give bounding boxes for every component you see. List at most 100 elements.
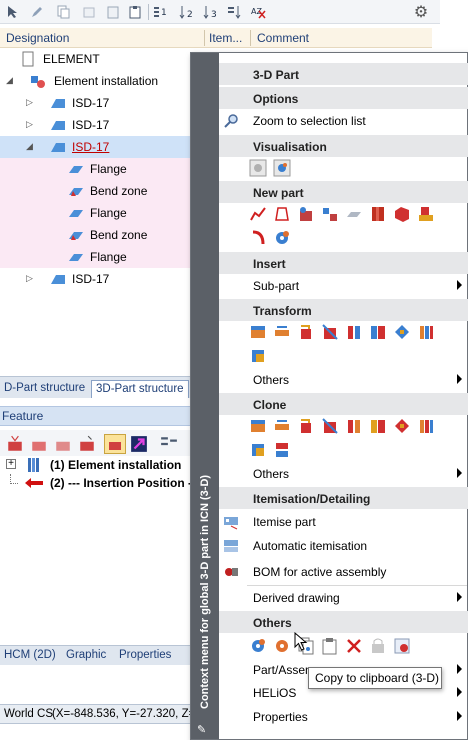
col-comment[interactable]: Comment: [257, 31, 309, 45]
svg-text:AZ: AZ: [251, 7, 262, 16]
installation-feature-icon: [28, 458, 39, 472]
magnifier-icon: [224, 114, 238, 128]
main-toolbar: 1 2 3 AZ ⚙: [0, 0, 440, 24]
svg-text:3: 3: [211, 10, 217, 19]
flange-icon: [69, 210, 83, 217]
transform-copy-axis-icon[interactable]: [249, 347, 267, 365]
pen-tool-icon[interactable]: [28, 3, 46, 21]
transform-position-icon[interactable]: [393, 323, 411, 341]
transform-translate-icon[interactable]: [273, 323, 291, 341]
expand-icon[interactable]: ▷: [26, 273, 33, 284]
transform-columns-icon[interactable]: [417, 323, 435, 341]
tab-3d-part-structure[interactable]: 3D-Part structure: [91, 380, 189, 398]
clone-align-icon[interactable]: [369, 417, 387, 435]
menu-sub-part[interactable]: Sub-part: [219, 275, 468, 297]
sheet-part-icon: [51, 121, 65, 130]
feature-edit-icon[interactable]: [78, 435, 96, 453]
mouse-cursor-icon: [294, 632, 308, 651]
transform-move-icon[interactable]: [249, 323, 267, 341]
document-icon: [22, 51, 34, 67]
transform-mirror-icon[interactable]: [321, 323, 339, 341]
lock-disabled-icon[interactable]: [369, 637, 387, 655]
new-sketch-icon[interactable]: [273, 205, 291, 223]
clone-mirror-icon[interactable]: [321, 417, 339, 435]
clone-translate-icon[interactable]: [273, 417, 291, 435]
menu-properties[interactable]: Properties: [219, 706, 468, 728]
others-gear-icon[interactable]: [249, 637, 267, 655]
new-plate-icon[interactable]: [345, 205, 363, 223]
clone-position-icon[interactable]: [393, 417, 411, 435]
feature-delete-icon[interactable]: [6, 435, 24, 453]
sheet-part-icon: [51, 275, 65, 284]
section-others: Others: [219, 611, 468, 633]
sort-3-icon[interactable]: 3: [202, 3, 220, 21]
tab-properties[interactable]: Properties: [115, 647, 175, 665]
menu-sidebar-title: Context menu for global 3-D part in ICN …: [199, 474, 211, 709]
feature-copy-icon[interactable]: [54, 435, 72, 453]
tab-part-structure[interactable]: D-Part structure: [0, 380, 89, 398]
new-assembly-icon[interactable]: [321, 205, 339, 223]
clone-pattern-icon[interactable]: [273, 441, 291, 459]
expand-icon[interactable]: ▷: [26, 119, 33, 130]
sheet-part-icon: [51, 143, 65, 152]
delete-icon[interactable]: [345, 637, 363, 655]
menu-itemise-part[interactable]: Itemise part: [219, 511, 468, 533]
cut-tool-icon[interactable]: [80, 3, 98, 21]
flange-icon: [69, 166, 83, 173]
new-polyline-icon[interactable]: [249, 205, 267, 223]
new-block-icon[interactable]: [393, 205, 411, 223]
copy-tool-icon[interactable]: [54, 3, 72, 21]
transform-align-icon[interactable]: [369, 323, 387, 341]
new-profile-icon[interactable]: [369, 205, 387, 223]
collapse-icon[interactable]: ◢: [26, 141, 33, 152]
col-designation[interactable]: Designation: [6, 31, 69, 45]
coordinate-system[interactable]: World CS: [4, 708, 53, 720]
expand-icon[interactable]: +: [6, 459, 16, 469]
tab-graphic[interactable]: Graphic: [62, 647, 110, 665]
menu-bom[interactable]: BOM for active assembly: [219, 561, 468, 583]
visualise-hide-icon[interactable]: [249, 159, 267, 177]
section-clone: Clone: [219, 393, 468, 415]
menu-sidebar: Context menu for global 3-D part in ICN …: [191, 53, 219, 739]
menu-clone-others[interactable]: Others: [219, 463, 468, 485]
submenu-arrow-icon: [457, 664, 462, 674]
collapse-icon[interactable]: ◢: [6, 75, 13, 86]
pen-icon[interactable]: ✎: [197, 723, 213, 737]
tab-hcm[interactable]: HCM (2D): [0, 647, 60, 665]
section-visualisation: Visualisation: [219, 135, 468, 157]
col-item[interactable]: Item...: [209, 31, 242, 45]
feature-move-icon[interactable]: [30, 435, 48, 453]
feature-list-icon[interactable]: [160, 435, 178, 453]
clone-rotate-icon[interactable]: [297, 417, 315, 435]
pointer-tool-icon[interactable]: [4, 3, 22, 21]
section-transform: Transform: [219, 299, 468, 321]
menu-zoom-selection[interactable]: Zoom to selection list: [219, 110, 468, 132]
transform-rotate-icon[interactable]: [297, 323, 315, 341]
clone-copy-icon[interactable]: [249, 441, 267, 459]
new-body-icon[interactable]: [297, 205, 315, 223]
menu-transform-others[interactable]: Others: [219, 369, 468, 391]
paste-from-clipboard-icon[interactable]: [321, 637, 339, 655]
menu-automatic-itemisation[interactable]: Automatic itemisation: [219, 535, 468, 557]
feature-active-icon[interactable]: [104, 434, 126, 454]
sort-2-icon[interactable]: 2: [178, 3, 196, 21]
new-standard-part-icon[interactable]: [417, 205, 435, 223]
paste-tool-icon[interactable]: [104, 3, 122, 21]
menu-derived-drawing[interactable]: Derived drawing: [219, 587, 468, 609]
gear-icon[interactable]: ⚙: [412, 3, 430, 21]
new-pipe-icon[interactable]: [249, 229, 267, 247]
sort-clear-icon[interactable]: AZ: [250, 3, 268, 21]
new-gear-part-icon[interactable]: [273, 229, 291, 247]
clone-move-icon[interactable]: [249, 417, 267, 435]
transform-scale-icon[interactable]: [345, 323, 363, 341]
clone-scale-icon[interactable]: [345, 417, 363, 435]
inspect-icon[interactable]: [393, 637, 411, 655]
sort-1-icon[interactable]: 1: [152, 3, 170, 21]
visualise-show-icon[interactable]: [273, 159, 291, 177]
clipboard-icon[interactable]: [126, 3, 144, 21]
others-settings-icon[interactable]: [273, 637, 291, 655]
sort-down-icon[interactable]: [226, 3, 244, 21]
feature-arrow-icon[interactable]: [130, 435, 148, 453]
clone-columns-icon[interactable]: [417, 417, 435, 435]
expand-icon[interactable]: ▷: [26, 97, 33, 108]
